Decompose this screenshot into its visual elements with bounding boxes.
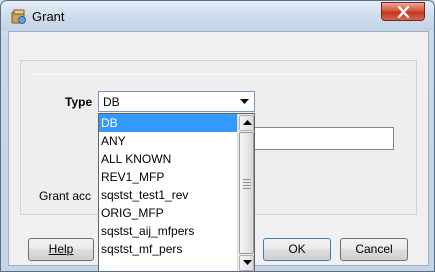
grip-icon: [243, 179, 251, 191]
scroll-down-button[interactable]: [239, 255, 254, 271]
grant-dialog: Grant Type DB Grant acc Help OK Cancel D…: [0, 0, 435, 272]
type-select[interactable]: DB: [98, 91, 255, 112]
arrow-up-icon: [243, 120, 252, 125]
dropdown-scrollbar[interactable]: [237, 114, 254, 271]
cancel-button-label: Cancel: [355, 242, 393, 256]
ok-button[interactable]: OK: [263, 238, 331, 261]
close-button[interactable]: [381, 2, 425, 21]
type-label: Type: [65, 95, 93, 109]
dropdown-option[interactable]: sqstst_mf_pers: [99, 240, 237, 258]
arrow-down-icon: [243, 260, 252, 265]
help-button[interactable]: Help: [28, 238, 94, 261]
title-bar[interactable]: Grant: [1, 1, 434, 31]
ok-button-label: OK: [288, 242, 306, 256]
help-button-label: Help: [48, 242, 74, 256]
dropdown-option[interactable]: REV1_MFP: [99, 168, 237, 186]
type-dropdown-list[interactable]: DB ANY ALL KNOWN REV1_MFP sqstst_test1_r…: [98, 113, 255, 271]
close-icon: [397, 6, 410, 18]
grant-access-label: Grant acc: [39, 189, 92, 203]
chevron-down-icon: [240, 99, 249, 104]
dropdown-option[interactable]: sqstst_test1_rev: [99, 186, 237, 204]
cancel-button[interactable]: Cancel: [340, 238, 408, 261]
dropdown-option[interactable]: sqstst_aij_mfpers: [99, 222, 237, 240]
dropdown-option[interactable]: DB: [99, 114, 237, 132]
divider: [29, 74, 405, 75]
dropdown-option[interactable]: ALL KNOWN: [99, 150, 237, 168]
app-icon: [11, 9, 27, 25]
scroll-up-button[interactable]: [239, 115, 254, 131]
scroll-thumb[interactable]: [239, 132, 254, 254]
window-title: Grant: [32, 9, 65, 24]
dropdown-option[interactable]: ANY: [99, 132, 237, 150]
grant-text-field[interactable]: [253, 127, 394, 150]
type-select-value: DB: [103, 95, 120, 109]
dropdown-option[interactable]: ORIG_MFP: [99, 204, 237, 222]
